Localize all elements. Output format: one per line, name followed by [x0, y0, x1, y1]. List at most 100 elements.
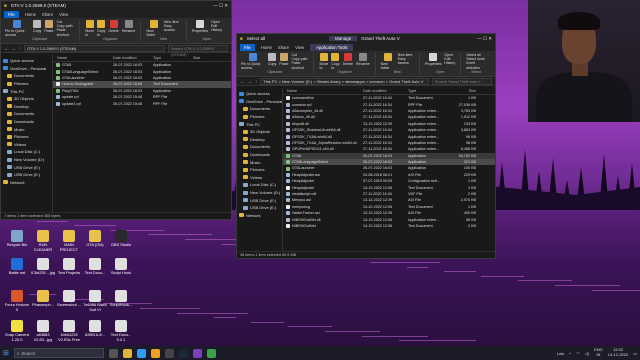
app-icon[interactable]	[192, 348, 202, 358]
delete-button[interactable]: Delete	[343, 53, 353, 66]
paste-button[interactable]: Paste	[279, 53, 289, 66]
language-indicator[interactable]: ENG IN	[594, 348, 603, 357]
nav-item[interactable]: Pictures	[3, 133, 50, 141]
delete-button[interactable]: Delete	[108, 20, 119, 33]
tab-share[interactable]: Share	[278, 45, 289, 50]
notification-icon[interactable]: ▭	[633, 351, 637, 356]
nav-item[interactable]: Documents	[3, 72, 50, 80]
nav-item[interactable]: Quick access	[3, 57, 50, 65]
rename-button[interactable]: Rename	[356, 53, 370, 66]
desktop-icon[interactable]: 628f3 A-8...	[82, 320, 108, 338]
desktop-icon[interactable]: Battle.net	[4, 258, 30, 276]
address-bar[interactable]: This PC > New Volume (D:) > SteamLibrary…	[260, 77, 429, 85]
nav-item[interactable]: Desktop	[3, 103, 50, 111]
desktop-icon[interactable]: Phasmoph...	[30, 290, 56, 308]
column-type[interactable]: Type	[153, 56, 193, 60]
paste-shortcut-button[interactable]: Paste shortcut	[57, 28, 75, 36]
desktop-icon[interactable]: Text Docu...	[82, 258, 108, 276]
properties-button[interactable]: Properties	[192, 20, 208, 33]
tab-share[interactable]: Share	[42, 12, 53, 17]
desktop-icon[interactable]: Text Docu... 5.0.1	[108, 320, 134, 342]
rename-button[interactable]: Rename	[122, 20, 135, 33]
edge-icon[interactable]	[136, 348, 146, 358]
forward-arrow-icon[interactable]: →	[12, 46, 17, 51]
column-date[interactable]: Date modified	[113, 56, 153, 60]
forward-arrow-icon[interactable]: →	[248, 79, 253, 84]
quick-select-all[interactable]: Select all	[247, 36, 265, 41]
nav-item[interactable]: Videos	[3, 141, 50, 149]
address-bar[interactable]: GTA V 1.0.2699.0 (STEAM)	[24, 44, 165, 52]
up-arrow-icon[interactable]: ↑	[255, 79, 257, 84]
desktop-icon[interactable]: GTA (Old)	[82, 230, 108, 248]
nav-item[interactable]: USB Drive (E:)	[239, 196, 280, 204]
tab-file[interactable]: File	[4, 10, 19, 18]
windows-start-icon[interactable]: ⊞	[3, 349, 9, 357]
clock[interactable]: 12:02 14-12-2022	[608, 348, 628, 357]
app-icon[interactable]	[206, 348, 216, 358]
search-input[interactable]: Search Grand Theft Auto V	[432, 77, 492, 85]
tab-home[interactable]: Home	[25, 12, 36, 17]
nav-item[interactable]: Documents	[239, 105, 280, 113]
nav-item[interactable]: OneDrive - Personal	[3, 65, 50, 73]
nav-item[interactable]: Pictures	[239, 113, 280, 121]
desktop-icon[interactable]: OBS Studio	[108, 230, 134, 248]
nav-item[interactable]: This PC	[239, 120, 280, 128]
weather-label[interactable]: Lots	[557, 351, 565, 356]
nav-item[interactable]: Local Disk (C:)	[3, 148, 50, 156]
wifi-icon[interactable]: ◠	[576, 351, 580, 356]
nav-item[interactable]: Quick access	[239, 90, 280, 98]
steam-icon[interactable]	[178, 348, 188, 358]
nav-item[interactable]: Music	[3, 125, 50, 133]
tab-view[interactable]: View	[295, 45, 304, 50]
nav-item[interactable]: Network	[3, 179, 50, 187]
explorer-window-left[interactable]: ■ GTA V 1.0.2699.0 (STEAM) — ☐ ✕ File Ho…	[0, 0, 232, 220]
manage-tab[interactable]: Manage	[328, 36, 358, 41]
explorer-window-right[interactable]: ■ Select all Manage Grand Theft Auto V —…	[236, 33, 496, 259]
task-view-icon[interactable]	[108, 348, 118, 358]
desktop-icon[interactable]: MAIN PROJECT	[56, 230, 82, 252]
desktop-icon[interactable]: a83883 V2.83...jpg	[30, 320, 56, 342]
move-to-button[interactable]: Move to	[85, 20, 94, 37]
nav-item[interactable]: Desktop	[239, 136, 280, 144]
tab-application-tools[interactable]: Application Tools	[310, 43, 354, 51]
desktop-icon[interactable]: 1b6d1224 V2.R3c Free	[56, 320, 82, 342]
nav-item[interactable]: USB Drive (E:)	[3, 163, 50, 171]
obs-icon[interactable]	[164, 348, 174, 358]
desktop-icon[interactable]: Screenshot ...	[56, 290, 82, 308]
column-size[interactable]: Size	[193, 56, 213, 60]
taskbar-search[interactable]: ⌕ Search	[13, 348, 104, 358]
nav-item[interactable]: Downloads	[239, 151, 280, 159]
column-name[interactable]: Name	[283, 89, 363, 93]
file-row[interactable]: update2.rpf 26-07-2022 15:46 RPF File	[53, 100, 231, 106]
column-type[interactable]: Type	[408, 89, 450, 93]
history-button[interactable]: History	[444, 61, 455, 65]
nav-item[interactable]: USB Drive (E:)	[239, 204, 280, 212]
copy-to-button[interactable]: Copy to	[97, 20, 105, 37]
move-to-button[interactable]: Move to	[319, 53, 328, 70]
tab-home[interactable]: Home	[261, 45, 272, 50]
easy-access-button[interactable]: Easy access	[398, 57, 414, 65]
nav-item[interactable]: Videos	[239, 174, 280, 182]
nav-item[interactable]: 3D Objects	[239, 128, 280, 136]
nav-item[interactable]: Downloads	[3, 118, 50, 126]
desktop-icon[interactable]: RUN CLEANER	[30, 230, 56, 252]
volume-icon[interactable]: ◁)	[585, 351, 589, 356]
chrome-icon[interactable]	[150, 348, 160, 358]
nav-item[interactable]: This PC	[3, 87, 50, 95]
new-folder-button[interactable]: New folder	[146, 20, 161, 37]
easy-access-button[interactable]: Easy access	[164, 24, 181, 32]
nav-item[interactable]: Network	[239, 212, 280, 220]
nav-item[interactable]: Documents	[3, 110, 50, 118]
tab-file[interactable]: File	[240, 43, 255, 51]
up-arrow-icon[interactable]: ↑	[19, 46, 21, 51]
chevron-up-icon[interactable]: ^	[569, 351, 571, 356]
nav-item[interactable]: Pictures	[239, 166, 280, 174]
nav-item[interactable]: New Volume (D:)	[3, 156, 50, 164]
nav-item[interactable]: Local Disk (C:)	[239, 181, 280, 189]
desktop-icon[interactable]: Recycle Bin	[4, 230, 30, 248]
desktop-icon[interactable]: Script Hook	[108, 258, 134, 276]
copy-button[interactable]: Copy	[33, 20, 41, 33]
file-explorer-icon[interactable]	[122, 348, 132, 358]
desktop-icon[interactable]: Snap Camera 1.20.0	[4, 320, 30, 342]
copy-button[interactable]: Copy	[268, 53, 276, 66]
